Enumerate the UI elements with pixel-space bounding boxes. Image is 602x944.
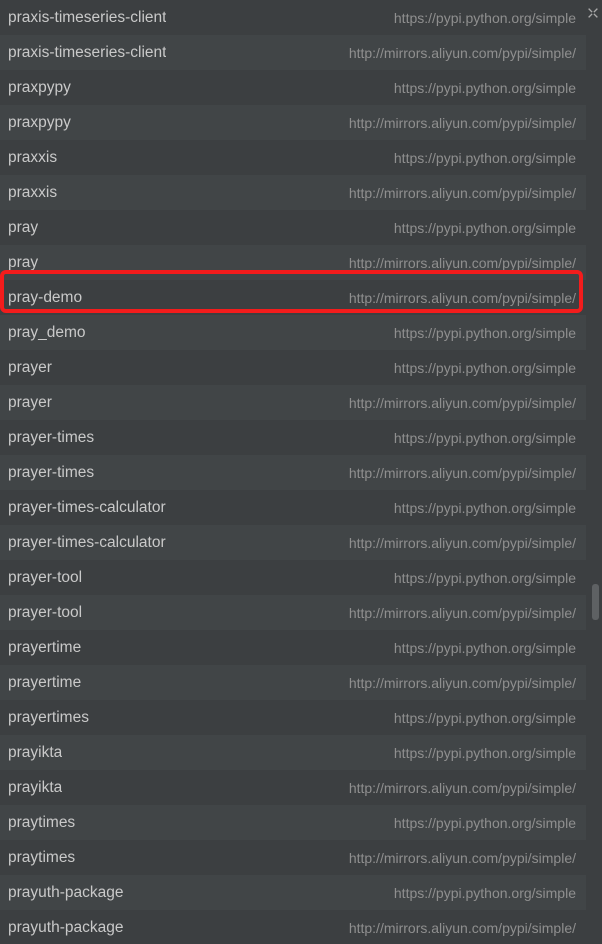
package-row[interactable]: prayer-times https://pypi.python.org/simp… [0,420,586,455]
package-name: praxis-timeseries-client [8,44,166,62]
package-source: https://pypi.python.org/simple [394,150,576,166]
package-source: https://pypi.python.org/simple [394,325,576,341]
package-source: http://mirrors.aliyun.com/pypi/simple/ [349,395,576,411]
package-row[interactable]: praytimes http://mirrors.aliyun.com/pypi/… [0,840,586,875]
package-row[interactable]: praxxis https://pypi.python.org/simple [0,140,586,175]
package-name: praxpypy [8,114,71,132]
package-name: prayer [8,394,52,412]
scrollbar-thumb[interactable] [592,584,599,620]
package-name: pray [8,219,38,237]
package-source: http://mirrors.aliyun.com/pypi/simple/ [349,185,576,201]
package-source: http://mirrors.aliyun.com/pypi/simple/ [349,45,576,61]
package-row[interactable]: prayertime http://mirrors.aliyun.com/pypi… [0,665,586,700]
package-source: https://pypi.python.org/simple [394,570,576,586]
package-source: http://mirrors.aliyun.com/pypi/simple/ [349,780,576,796]
package-row[interactable]: prayertime https://pypi.python.org/simple [0,630,586,665]
package-list: praxis-timeseries-client https://pypi.pyt… [0,0,586,944]
package-name: prayer-times [8,429,94,447]
package-source: https://pypi.python.org/simple [394,10,576,26]
package-source: http://mirrors.aliyun.com/pypi/simple/ [349,465,576,481]
package-row[interactable]: praxpypy https://pypi.python.org/simple [0,70,586,105]
package-row[interactable]: pray-demo http://mirrors.aliyun.com/pypi/… [0,280,586,315]
package-name: pray-demo [8,289,82,307]
package-name: prayertime [8,639,81,657]
package-row[interactable]: prayer-times-calculator https://pypi.pyth… [0,490,586,525]
package-name: prayuth-package [8,919,123,937]
package-name: prayertime [8,674,81,692]
package-source: https://pypi.python.org/simple [394,710,576,726]
package-source: https://pypi.python.org/simple [394,500,576,516]
package-source: http://mirrors.aliyun.com/pypi/simple/ [349,535,576,551]
package-source: http://mirrors.aliyun.com/pypi/simple/ [349,605,576,621]
package-name: pray_demo [8,324,86,342]
package-row[interactable]: pray_demo https://pypi.python.org/simple [0,315,586,350]
package-name: prayer-tool [8,604,82,622]
package-row[interactable]: prayer-times http://mirrors.aliyun.com/py… [0,455,586,490]
package-source: https://pypi.python.org/simple [394,430,576,446]
package-row[interactable]: prayuth-package http://mirrors.aliyun.com… [0,910,586,944]
package-row[interactable]: prayikta http://mirrors.aliyun.com/pypi/s… [0,770,586,805]
settings-icon[interactable] [586,6,600,20]
package-source: http://mirrors.aliyun.com/pypi/simple/ [349,920,576,936]
package-row[interactable]: prayikta https://pypi.python.org/simple [0,735,586,770]
package-row[interactable]: prayer https://pypi.python.org/simple [0,350,586,385]
package-name: prayikta [8,779,62,797]
package-name: prayer-times-calculator [8,499,166,517]
package-name: praytimes [8,849,75,867]
package-name: praxis-timeseries-client [8,9,166,27]
package-name: prayer-times-calculator [8,534,166,552]
package-row[interactable]: prayer http://mirrors.aliyun.com/pypi/sim… [0,385,586,420]
package-source: http://mirrors.aliyun.com/pypi/simple/ [349,290,576,306]
package-name: praxxis [8,149,57,167]
package-row[interactable]: prayuth-package https://pypi.python.org/s… [0,875,586,910]
package-row[interactable]: pray http://mirrors.aliyun.com/pypi/simpl… [0,245,586,280]
package-row[interactable]: prayer-tool http://mirrors.aliyun.com/pyp… [0,595,586,630]
package-row[interactable]: praytimes https://pypi.python.org/simple [0,805,586,840]
package-source: https://pypi.python.org/simple [394,815,576,831]
package-source: http://mirrors.aliyun.com/pypi/simple/ [349,850,576,866]
package-name: prayer [8,359,52,377]
package-row[interactable]: praxxis http://mirrors.aliyun.com/pypi/si… [0,175,586,210]
package-name: prayer-times [8,464,94,482]
package-name: praxpypy [8,79,71,97]
package-source: https://pypi.python.org/simple [394,220,576,236]
package-row[interactable]: prayertimes https://pypi.python.org/simpl… [0,700,586,735]
package-row[interactable]: prayer-tool https://pypi.python.org/simpl… [0,560,586,595]
package-name: prayuth-package [8,884,123,902]
package-row[interactable]: praxpypy http://mirrors.aliyun.com/pypi/s… [0,105,586,140]
package-source: https://pypi.python.org/simple [394,885,576,901]
package-name: praytimes [8,814,75,832]
package-name: pray [8,254,38,272]
package-name: prayikta [8,744,62,762]
package-row[interactable]: prayer-times-calculator http://mirrors.al… [0,525,586,560]
package-source: https://pypi.python.org/simple [394,745,576,761]
package-source: http://mirrors.aliyun.com/pypi/simple/ [349,675,576,691]
package-row[interactable]: praxis-timeseries-client http://mirrors.a… [0,35,586,70]
package-source: http://mirrors.aliyun.com/pypi/simple/ [349,255,576,271]
package-source: https://pypi.python.org/simple [394,640,576,656]
scrollbar-track[interactable] [588,0,602,944]
package-row[interactable]: praxis-timeseries-client https://pypi.pyt… [0,0,586,35]
package-row[interactable]: pray https://pypi.python.org/simple [0,210,586,245]
package-source: https://pypi.python.org/simple [394,80,576,96]
package-name: praxxis [8,184,57,202]
package-source: http://mirrors.aliyun.com/pypi/simple/ [349,115,576,131]
package-source: https://pypi.python.org/simple [394,360,576,376]
package-name: prayer-tool [8,569,82,587]
package-name: prayertimes [8,709,89,727]
